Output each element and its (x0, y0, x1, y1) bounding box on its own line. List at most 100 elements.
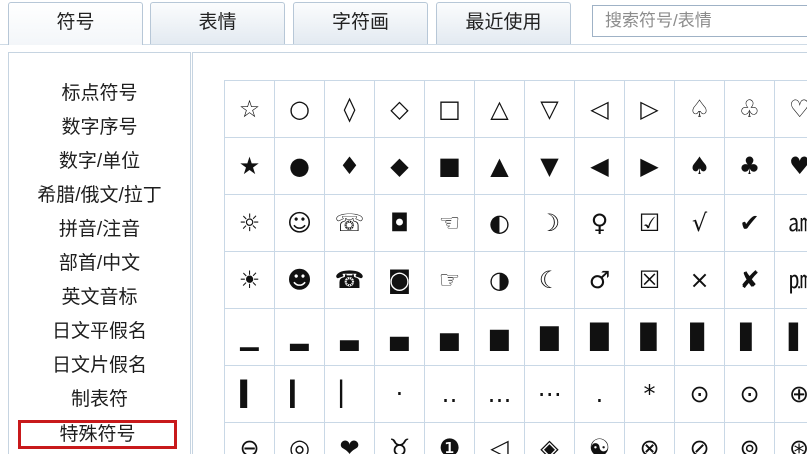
symbol-cell[interactable]: ◈ (525, 423, 574, 454)
symbol-cell[interactable]: ✘ (725, 252, 774, 308)
sidebar-item-phonetic-symbols[interactable]: 英文音标 (9, 281, 190, 315)
sidebar-item-special-symbols[interactable]: 特殊符号 (18, 420, 177, 449)
symbol-cell[interactable]: ◀ (575, 138, 624, 194)
symbol-cell[interactable]: ⊛ (775, 423, 807, 454)
symbol-cell[interactable]: ▏ (325, 366, 374, 422)
sidebar-item-box-drawing[interactable]: 制表符 (9, 383, 190, 417)
sidebar-item-numbers-units[interactable]: 数字/单位 (9, 145, 190, 179)
sidebar-item-hiragana[interactable]: 日文平假名 (9, 315, 190, 349)
tab-emoticons[interactable]: 表情 (150, 2, 285, 44)
symbol-cell[interactable]: ☏ (325, 195, 374, 251)
tab-recently-used[interactable]: 最近使用 (436, 2, 571, 44)
symbol-cell[interactable]: ▂ (275, 309, 324, 365)
symbol-cell[interactable]: * (625, 366, 674, 422)
symbol-cell[interactable]: ▍ (225, 366, 274, 422)
symbol-cell[interactable]: … (475, 366, 524, 422)
symbol-cell[interactable]: ⊚ (725, 423, 774, 454)
symbol-cell[interactable]: ● (275, 138, 324, 194)
symbol-cell[interactable]: ♦ (325, 138, 374, 194)
symbol-cell[interactable]: ◐ (475, 195, 524, 251)
symbol-cell[interactable]: ☒ (625, 252, 674, 308)
symbol-cell[interactable]: ▲ (475, 138, 524, 194)
symbol-cell[interactable]: ♣ (725, 138, 774, 194)
symbol-cell[interactable]: ㏘ (775, 252, 807, 308)
symbol-cell[interactable]: ◁ (475, 423, 524, 454)
symbol-cell[interactable]: ⊘ (675, 423, 724, 454)
symbol-cell[interactable]: ☎ (325, 252, 374, 308)
symbol-cell[interactable]: ♡ (775, 81, 807, 137)
symbol-cell[interactable]: ⊖ (225, 423, 274, 454)
sidebar-item-katakana[interactable]: 日文片假名 (9, 349, 190, 383)
symbol-cell[interactable]: ▁ (225, 309, 274, 365)
symbol-cell[interactable]: ☆ (225, 81, 274, 137)
symbol-cell[interactable]: ♤ (675, 81, 724, 137)
symbol-cell[interactable]: ▇ (525, 309, 574, 365)
symbol-cell[interactable]: ☺ (275, 195, 324, 251)
symbol-cell[interactable]: ▄ (375, 309, 424, 365)
symbol-cell[interactable]: ⊙ (675, 366, 724, 422)
sidebar-item-radicals-chinese[interactable]: 部首/中文 (9, 247, 190, 281)
symbol-cell[interactable]: ✔ (725, 195, 774, 251)
symbol-cell[interactable]: ☾ (525, 252, 574, 308)
symbol-cell[interactable]: ♧ (725, 81, 774, 137)
symbol-cell[interactable]: ◇ (375, 81, 424, 137)
symbol-cell[interactable]: ☜ (425, 195, 474, 251)
symbol-cell[interactable]: ‥ (425, 366, 474, 422)
symbol-cell[interactable]: ◊ (325, 81, 374, 137)
symbol-cell[interactable]: ⋯ (525, 366, 574, 422)
sidebar-item-pinyin-zhuyin[interactable]: 拼音/注音 (9, 213, 190, 247)
symbol-cell[interactable]: ♠ (675, 138, 724, 194)
symbol-cell[interactable]: ▼ (525, 138, 574, 194)
symbol-cell[interactable]: ▷ (625, 81, 674, 137)
symbol-cell[interactable]: ☼ (225, 195, 274, 251)
symbol-cell[interactable]: ❤ (325, 423, 374, 454)
symbol-cell[interactable]: √ (675, 195, 724, 251)
symbol-cell[interactable]: ◙ (375, 252, 424, 308)
symbol-cell[interactable]: ▌ (775, 309, 807, 365)
symbol-cell[interactable]: . (575, 366, 624, 422)
symbol-cell[interactable]: ▅ (425, 309, 474, 365)
symbol-cell[interactable]: ▊ (675, 309, 724, 365)
symbol-cell[interactable]: ○ (275, 81, 324, 137)
symbol-cell[interactable]: ☯ (575, 423, 624, 454)
tab-symbols[interactable]: 符号 (8, 2, 143, 45)
symbol-cell[interactable]: ◘ (375, 195, 424, 251)
tab-ascii-art[interactable]: 字符画 (293, 2, 428, 44)
symbol-cell[interactable]: □ (425, 81, 474, 137)
sidebar-item-numeric-ordinals[interactable]: 数字序号 (9, 111, 190, 145)
symbol-cell[interactable]: × (675, 252, 724, 308)
symbol-cell[interactable]: ◆ (375, 138, 424, 194)
symbol-cell[interactable]: ▆ (475, 309, 524, 365)
symbol-cell[interactable]: ■ (425, 138, 474, 194)
symbol-cell[interactable]: ⊗ (625, 423, 674, 454)
symbol-cell[interactable]: ♂ (575, 252, 624, 308)
symbol-cell[interactable]: ⊕ (775, 366, 807, 422)
sidebar-item-greek-russian-latin[interactable]: 希腊/俄文/拉丁 (9, 179, 190, 213)
symbol-cell[interactable]: △ (475, 81, 524, 137)
symbol-cell[interactable]: ▃ (325, 309, 374, 365)
symbol-cell[interactable]: ♀ (575, 195, 624, 251)
symbol-cell[interactable]: ▋ (725, 309, 774, 365)
symbol-cell[interactable]: ☀ (225, 252, 274, 308)
sidebar-item-punctuation[interactable]: 标点符号 (9, 77, 190, 111)
symbol-cell[interactable]: ❶ (425, 423, 474, 454)
symbol-cell[interactable]: ▽ (525, 81, 574, 137)
symbol-cell[interactable]: ☑ (625, 195, 674, 251)
symbol-cell[interactable]: ♥ (775, 138, 807, 194)
symbol-cell[interactable]: █ (575, 309, 624, 365)
symbol-cell[interactable]: ㏂ (775, 195, 807, 251)
symbol-cell[interactable]: · (375, 366, 424, 422)
symbol-cell[interactable]: ▎ (275, 366, 324, 422)
symbol-cell[interactable]: ▶ (625, 138, 674, 194)
symbol-cell[interactable]: ★ (225, 138, 274, 194)
symbol-cell[interactable]: ▉ (625, 309, 674, 365)
symbol-cell[interactable]: ◁ (575, 81, 624, 137)
symbol-cell[interactable]: ⊙ (725, 366, 774, 422)
symbol-cell[interactable]: ♉ (375, 423, 424, 454)
symbol-cell[interactable]: ☽ (525, 195, 574, 251)
symbol-cell[interactable]: ◑ (475, 252, 524, 308)
symbol-cell[interactable]: ☻ (275, 252, 324, 308)
search-input[interactable] (592, 5, 807, 37)
symbol-cell[interactable]: ◎ (275, 423, 324, 454)
symbol-cell[interactable]: ☞ (425, 252, 474, 308)
